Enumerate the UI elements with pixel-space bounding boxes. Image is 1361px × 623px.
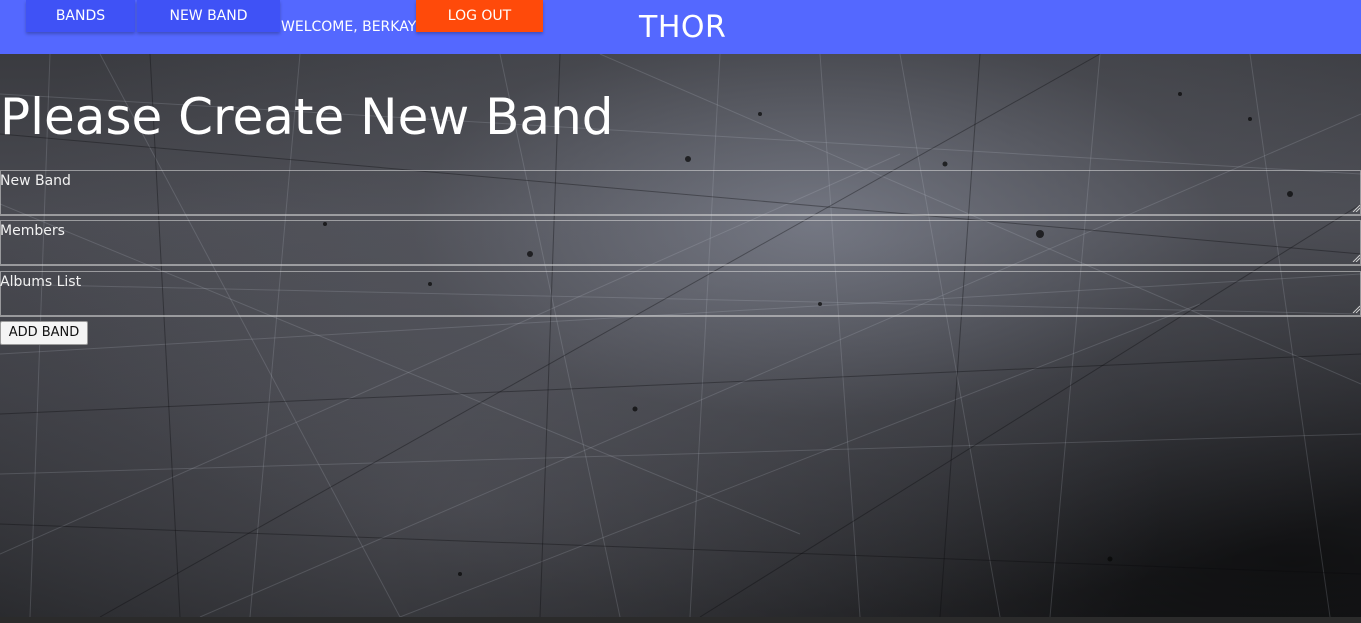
field-divider (0, 215, 1361, 216)
add-band-button[interactable]: ADD BAND (0, 321, 88, 345)
field-divider (0, 316, 1361, 317)
logout-button[interactable]: LOG OUT (416, 0, 543, 32)
resize-handle-icon[interactable] (1352, 204, 1360, 212)
new-band-textarea[interactable] (0, 170, 1361, 215)
albums-list-label: Albums List (0, 274, 82, 290)
resize-handle-icon[interactable] (1352, 254, 1360, 262)
new-band-nav-button[interactable]: NEW BAND (137, 0, 280, 32)
resize-handle-icon[interactable] (1352, 305, 1360, 313)
top-navbar: BANDS NEW BAND WELCOME, BERKAY LOG OUT T… (0, 0, 1361, 54)
brand-title: THOR (639, 10, 727, 45)
bands-nav-button[interactable]: BANDS (26, 0, 135, 32)
members-textarea[interactable] (0, 220, 1361, 265)
welcome-message: WELCOME, BERKAY (281, 19, 417, 35)
new-band-label: New Band (0, 173, 71, 189)
bottom-strip (0, 617, 1361, 623)
page: BANDS NEW BAND WELCOME, BERKAY LOG OUT T… (0, 0, 1361, 623)
field-divider (0, 265, 1361, 266)
page-heading: Please Create New Band (0, 88, 614, 146)
albums-list-textarea[interactable] (0, 271, 1361, 316)
members-label: Members (0, 223, 65, 239)
